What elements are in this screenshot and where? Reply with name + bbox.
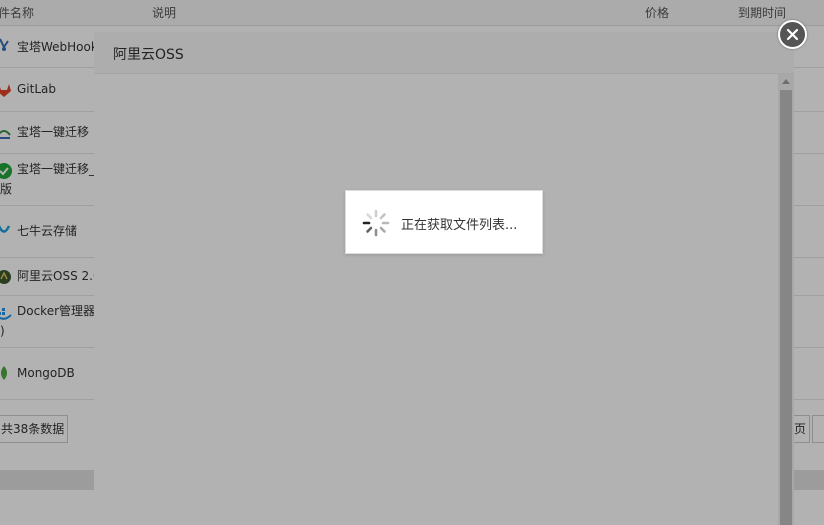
loading-text: 正在获取文件列表... [401, 218, 518, 233]
loading-indicator: 正在获取文件列表... [345, 190, 543, 254]
loading-shade-header [94, 32, 794, 74]
loading-shade [94, 74, 794, 525]
spinner-icon [362, 209, 390, 237]
close-button[interactable] [778, 20, 807, 49]
close-icon [786, 28, 799, 41]
